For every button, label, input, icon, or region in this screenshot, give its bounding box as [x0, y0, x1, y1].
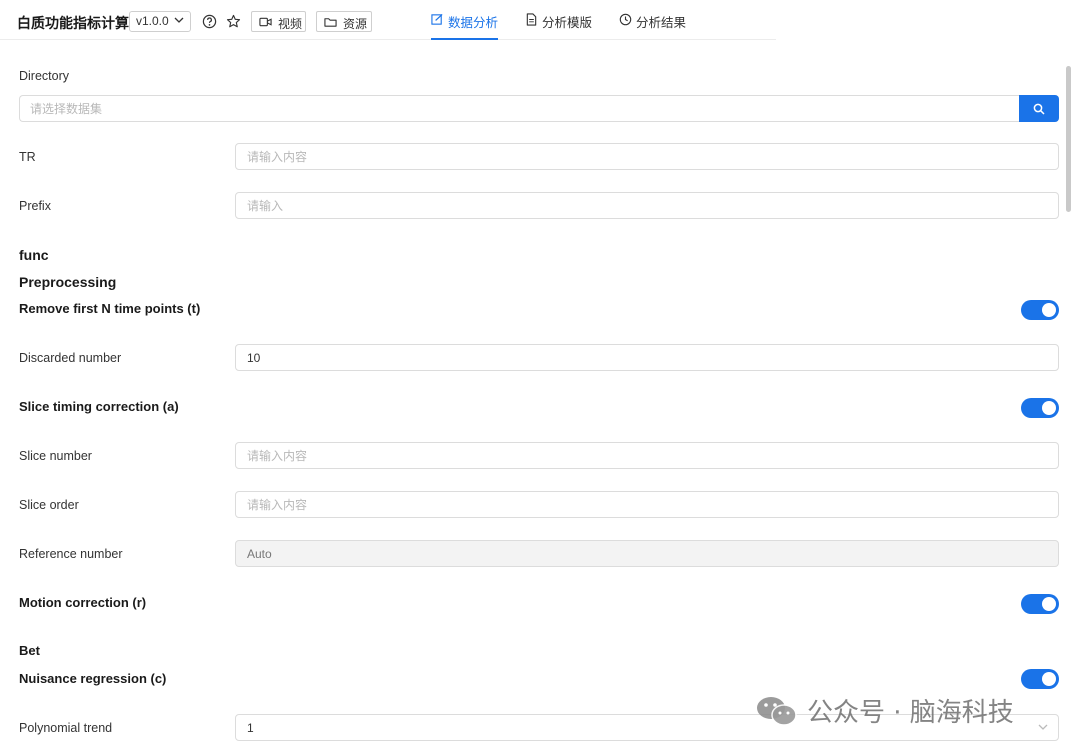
nuisance-regression-label: Nuisance regression (c): [19, 671, 167, 686]
prefix-input[interactable]: [235, 192, 1059, 219]
folder-icon: [324, 18, 337, 27]
discarded-number-input[interactable]: [235, 344, 1059, 371]
clock-icon: [619, 13, 632, 26]
video-icon: [259, 17, 272, 27]
directory-search-input[interactable]: [19, 95, 1020, 122]
scrollbar-thumb[interactable]: [1066, 66, 1071, 212]
slice-number-label: Slice number: [19, 449, 92, 463]
video-button[interactable]: 视频: [251, 11, 306, 32]
tab-analysis-template[interactable]: 分析模版: [525, 12, 595, 40]
tr-label: TR: [19, 150, 36, 164]
tab-label: 分析模版: [542, 15, 593, 30]
motion-correction-label: Motion correction (r): [19, 595, 147, 610]
motion-correction-toggle[interactable]: [1021, 594, 1059, 614]
video-button-label: 视频: [278, 17, 303, 31]
slice-number-input[interactable]: [235, 442, 1059, 469]
watermark-text: 公众号 · 脑海科技: [807, 698, 1014, 728]
remove-first-toggle[interactable]: [1021, 300, 1059, 320]
slice-timing-toggle[interactable]: [1021, 398, 1059, 418]
directory-search-button[interactable]: [1019, 95, 1059, 122]
bet-heading: Bet: [19, 643, 40, 658]
tab-data-analysis[interactable]: 数据分析: [431, 12, 498, 40]
prefix-label: Prefix: [19, 199, 51, 213]
wechat-icon: [757, 697, 797, 726]
discarded-number-label: Discarded number: [19, 351, 122, 365]
app-title: 白质功能指标计算: [17, 16, 129, 32]
reference-number-input: [235, 540, 1059, 567]
tab-label: 分析结果: [636, 15, 687, 30]
version-value: v1.0.0: [136, 14, 169, 28]
chevron-down-icon[interactable]: [1037, 721, 1049, 733]
func-heading: func: [19, 247, 49, 263]
edit-icon: [431, 13, 443, 25]
resource-button[interactable]: 资源: [316, 11, 372, 32]
tab-label: 数据分析: [448, 15, 499, 30]
slice-order-label: Slice order: [19, 498, 79, 512]
directory-label: Directory: [19, 69, 70, 83]
version-select[interactable]: v1.0.0: [129, 11, 191, 32]
star-icon[interactable]: [226, 14, 241, 29]
reference-number-label: Reference number: [19, 547, 123, 561]
nuisance-regression-toggle[interactable]: [1021, 669, 1059, 689]
search-icon: [1033, 103, 1045, 115]
slice-order-input[interactable]: [235, 491, 1059, 518]
remove-first-label: Remove first N time points (t): [19, 301, 201, 316]
help-icon[interactable]: [202, 14, 217, 29]
tr-input[interactable]: [235, 143, 1059, 170]
app-header: 白质功能指标计算 v1.0.0 视频 资源 数据分析 分析模版 分析结果: [0, 0, 776, 40]
slice-timing-label: Slice timing correction (a): [19, 399, 179, 414]
resource-button-label: 资源: [343, 17, 368, 31]
tab-analysis-results[interactable]: 分析结果: [619, 12, 689, 40]
polynomial-trend-label: Polynomial trend: [19, 721, 113, 735]
chevron-down-icon: [174, 17, 184, 23]
document-icon: [526, 13, 537, 26]
preprocessing-heading: Preprocessing: [19, 274, 117, 290]
